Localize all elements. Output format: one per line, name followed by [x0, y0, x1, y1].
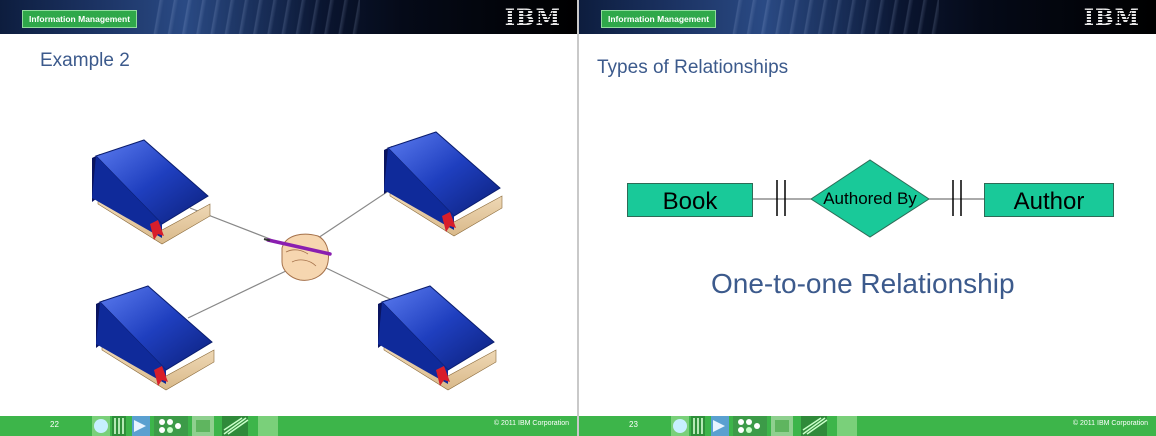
- connector-line: [317, 189, 391, 239]
- slide-example-2: Information Management IBM Example 2 22 …: [0, 0, 577, 436]
- entity-author: Author: [984, 183, 1114, 217]
- copyright: © 2011 IBM Corporation: [1072, 420, 1148, 427]
- entity-book: Book: [627, 183, 753, 217]
- footer-decoration: [92, 416, 278, 436]
- page-number: 22: [50, 420, 59, 429]
- books-author-illustration: [91, 131, 503, 391]
- copyright: © 2011 IBM Corporation: [493, 420, 569, 427]
- footer-decoration: [671, 416, 857, 436]
- book-icon: [95, 285, 215, 391]
- book-icon: [383, 131, 503, 237]
- slide-types-of-relationships: Information Management IBM Types of Rela…: [579, 0, 1156, 436]
- page-number: 23: [629, 420, 638, 429]
- book-icon: [377, 285, 497, 391]
- footer-bar: 23 © 2011 IBM Corporation: [579, 416, 1156, 436]
- relationship-type-caption: One-to-one Relationship: [711, 268, 1015, 299]
- writing-hand-icon: [263, 233, 332, 281]
- book-icon: [91, 139, 211, 245]
- relationship-label: Authored By: [823, 189, 917, 208]
- connector-line: [321, 265, 393, 301]
- connector-line: [187, 269, 289, 319]
- footer-bar: 22 © 2011 IBM Corporation: [0, 416, 577, 436]
